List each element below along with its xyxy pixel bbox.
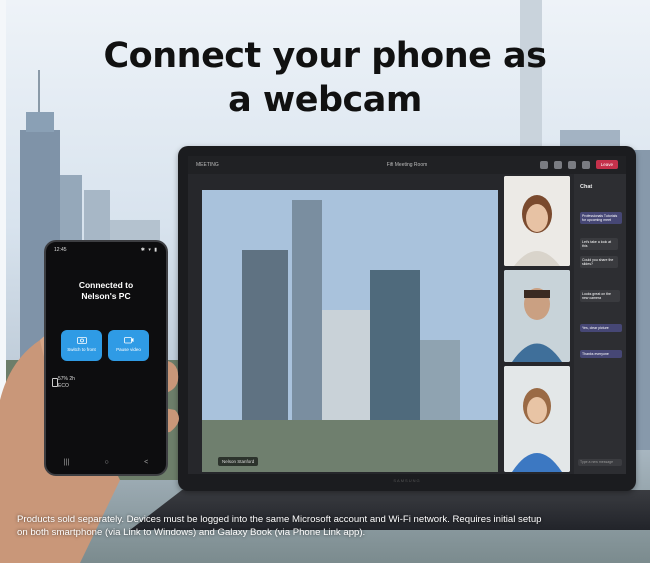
disclaimer-line-2: on both smartphone (via Link to Windows)…: [17, 527, 366, 538]
recents-button[interactable]: |||: [64, 459, 69, 466]
mic-icon[interactable]: [581, 160, 590, 169]
presenter-name-tag: Nelson Stanford: [218, 457, 259, 466]
app-titlebar: MEETING Fifi Meeting Room Leave: [188, 156, 626, 174]
battery-icon: [52, 378, 58, 387]
participant-tile-2[interactable]: [504, 270, 570, 362]
laptop: MEETING Fifi Meeting Room Leave Nelson S…: [178, 146, 636, 491]
main-video-feed[interactable]: Nelson Stanford: [202, 190, 498, 472]
promo-scene: Connect your phone as a webcam MEETING F…: [0, 0, 650, 563]
switch-camera-label: Switch to front: [67, 347, 96, 352]
connection-status: Connected to Nelson's PC: [46, 280, 166, 302]
switch-camera-button[interactable]: Switch to front: [61, 330, 102, 361]
chat-message: Thanks everyone: [580, 350, 622, 358]
headline-line-1: Connect your phone as: [103, 36, 548, 76]
smartphone: 12:45 ✱ ▾ ▮ Connected to Nelson's PC Swi…: [44, 240, 168, 476]
connected-line-2: Nelson's PC: [81, 291, 131, 301]
leave-button[interactable]: Leave: [595, 160, 618, 169]
battery-level: 57% 2h: [58, 376, 75, 382]
laptop-brand: SAMSUNG: [393, 478, 421, 483]
chat-message: Yes, clear picture: [580, 324, 622, 332]
city-video-image: [202, 190, 498, 472]
participant-3-video: [504, 366, 570, 472]
disclaimer-text: Products sold separately. Devices must b…: [17, 513, 637, 539]
disclaimer-line-1: Products sold separately. Devices must b…: [17, 514, 542, 525]
call-toolbar: Leave: [539, 160, 618, 169]
participant-1-video: [504, 176, 570, 266]
battery-mode: ECO: [58, 383, 69, 389]
battery-info: 57% 2h ECO: [52, 376, 75, 390]
back-button[interactable]: <: [144, 459, 148, 466]
chat-message: Could you share the slides?: [580, 256, 618, 268]
status-icons: ✱ ▾ ▮: [140, 247, 158, 253]
headline-line-2: a webcam: [228, 80, 422, 120]
chat-message: Let's take a look at this: [580, 238, 618, 250]
phone-nav-bar: ||| ○ <: [46, 459, 166, 466]
headline: Connect your phone as a webcam: [0, 34, 650, 122]
participant-tile-1[interactable]: [504, 176, 570, 266]
pause-video-icon: [123, 337, 133, 344]
chat-title: Chat: [580, 184, 593, 190]
phone-clock: 12:45: [54, 247, 67, 253]
participant-tile-3[interactable]: [504, 366, 570, 472]
home-button[interactable]: ○: [105, 459, 109, 466]
chat-message: Professionals Tutorials for upcoming mee…: [580, 212, 622, 224]
laptop-screen: MEETING Fifi Meeting Room Leave Nelson S…: [188, 156, 626, 474]
pause-video-label: Pause video: [116, 347, 141, 352]
chat-panel: Chat Professionals Tutorials for upcomin…: [574, 174, 626, 474]
people-icon[interactable]: [539, 160, 548, 169]
pause-video-button[interactable]: Pause video: [108, 330, 149, 361]
participant-2-video: [504, 270, 570, 362]
switch-camera-icon: [76, 337, 87, 344]
chat-icon[interactable]: [553, 160, 562, 169]
chat-message: Looks great on the new camera: [580, 290, 620, 302]
chat-message-input[interactable]: Type a new message: [578, 459, 622, 466]
connected-line-1: Connected to: [78, 280, 134, 290]
camera-icon[interactable]: [567, 160, 576, 169]
